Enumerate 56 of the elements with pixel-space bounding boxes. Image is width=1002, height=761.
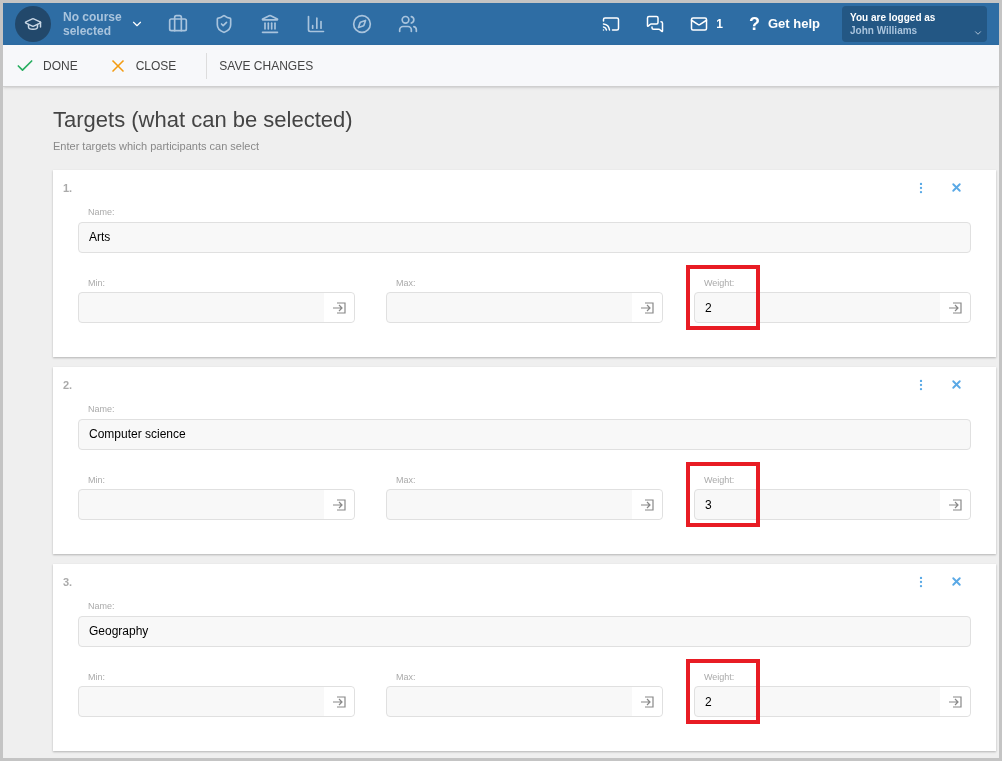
bar-chart-icon[interactable] [305, 14, 326, 34]
save-button[interactable]: SAVE CHANGES [219, 56, 314, 75]
name-field[interactable]: Arts [78, 221, 971, 253]
field-label: Max: [396, 276, 417, 290]
delete-icon[interactable] [950, 181, 963, 195]
number-field[interactable] [386, 686, 663, 717]
number-field[interactable]: 2 [694, 292, 971, 323]
field-label: Weight: [704, 473, 736, 487]
briefcase-icon[interactable] [167, 14, 188, 34]
enter-icon[interactable] [948, 695, 962, 708]
field-label: Min: [88, 276, 106, 290]
enter-icon[interactable] [332, 301, 346, 314]
chat-icon[interactable] [646, 15, 665, 33]
number-field[interactable] [78, 292, 355, 323]
enter-icon[interactable] [332, 498, 346, 511]
field-label: Weight: [704, 276, 736, 290]
field-label: Weight: [704, 670, 736, 684]
target-number: 2. [63, 377, 73, 393]
mail-icon[interactable] [690, 15, 709, 33]
close-button[interactable]: CLOSE [107, 55, 177, 76]
enter-icon[interactable] [640, 301, 654, 314]
delete-icon[interactable] [950, 378, 963, 392]
field-label: Name: [88, 600, 116, 613]
number-field[interactable] [386, 292, 663, 323]
enter-icon[interactable] [332, 695, 346, 708]
number-field[interactable]: 2 [694, 686, 971, 717]
cast-icon[interactable] [602, 15, 621, 33]
number-field[interactable] [78, 489, 355, 520]
name-field[interactable]: Computer science [78, 418, 971, 450]
enter-icon[interactable] [948, 498, 962, 511]
enter-icon[interactable] [948, 301, 962, 314]
field-label: Name: [88, 206, 116, 219]
field-label: Max: [396, 670, 417, 684]
delete-icon[interactable] [950, 575, 963, 589]
done-button[interactable]: DONE [15, 55, 78, 76]
compass-icon[interactable] [351, 14, 372, 34]
enter-icon[interactable] [640, 695, 654, 708]
field-label: Min: [88, 473, 106, 487]
message-count: 1 [716, 16, 723, 33]
help-link[interactable]: ? Get help [749, 10, 820, 38]
page-subtitle: Enter targets which participants can select [53, 139, 261, 154]
field-label: Name: [88, 403, 116, 416]
number-field[interactable]: 3 [694, 489, 971, 520]
name-field[interactable]: Geography [78, 615, 971, 647]
number-field[interactable] [386, 489, 663, 520]
page-title: Targets (what can be selected) [53, 107, 354, 133]
user-menu[interactable]: You are logged as John Williams [842, 6, 987, 42]
target-number: 1. [63, 180, 73, 196]
course-logo-icon[interactable] [15, 6, 51, 42]
caret-icon [973, 28, 983, 38]
field-label: Max: [396, 473, 417, 487]
number-field[interactable] [78, 686, 355, 717]
field-label: Min: [88, 670, 106, 684]
enter-icon[interactable] [640, 498, 654, 511]
bank-icon[interactable] [259, 14, 280, 34]
target-number: 3. [63, 574, 73, 590]
